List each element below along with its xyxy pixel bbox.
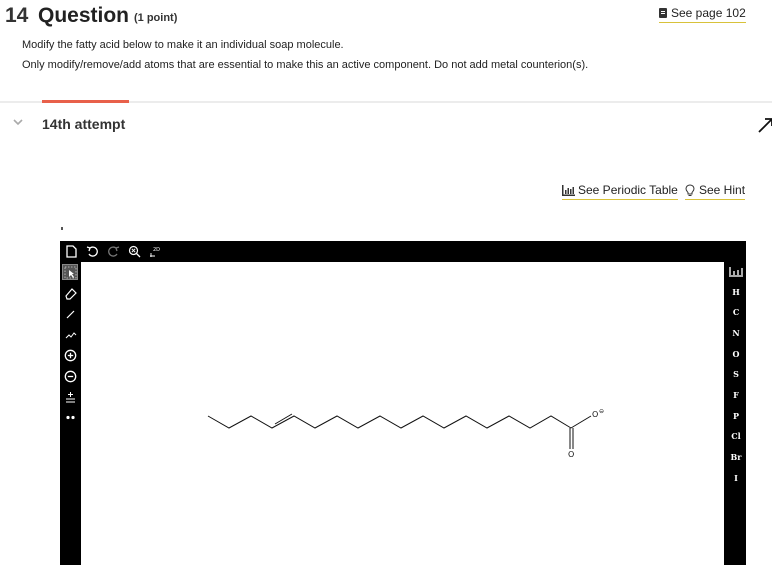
minus-circle-icon [64, 370, 76, 382]
undo-icon [86, 246, 98, 257]
negative-charge-label: ⊖ [599, 408, 604, 415]
clean-2d-button[interactable]: 2D [148, 244, 163, 259]
document-icon [66, 245, 77, 258]
book-icon [659, 8, 667, 18]
element-s-button[interactable]: S [726, 369, 746, 379]
drawing-canvas[interactable]: O ⊖ O [81, 262, 724, 565]
element-br-button[interactable]: Br [726, 452, 746, 462]
molecule-editor[interactable]: 2D O ⊖ O H C N O S F P Cl Br I [60, 241, 746, 565]
clean-2d-label: 2D [153, 247, 160, 253]
periodic-table-button[interactable] [729, 267, 743, 277]
radical-tool-button[interactable] [62, 409, 78, 425]
lone-pair-plus-icon [65, 391, 75, 402]
negative-charge-tool-button[interactable] [62, 368, 78, 384]
lone-pair-tool-button[interactable] [62, 389, 78, 405]
element-i-button[interactable]: I [726, 473, 746, 483]
periodic-table-icon [562, 184, 575, 196]
oxygen-label: O [592, 410, 598, 419]
periodic-table-label: See Periodic Table [578, 183, 678, 197]
hint-link[interactable]: See Hint [685, 183, 746, 200]
element-h-button[interactable]: H [726, 287, 746, 297]
redo-icon [108, 246, 120, 257]
see-page-link[interactable]: See page 102 [659, 6, 746, 23]
element-f-button[interactable]: F [726, 390, 746, 400]
undo-button[interactable] [85, 244, 100, 259]
chain-tool-button[interactable] [62, 326, 78, 342]
chevron-down-icon[interactable] [13, 117, 23, 127]
single-bond-tool-button[interactable] [62, 306, 78, 322]
attempt-label[interactable]: 14th attempt [42, 116, 125, 132]
editor-right-toolbar: H C N O S F P Cl Br I [726, 262, 746, 565]
editor-left-toolbar [60, 262, 80, 565]
plus-circle-icon [64, 349, 76, 361]
element-c-button[interactable]: C [726, 307, 746, 317]
fatty-acid-structure: O ⊖ O [207, 408, 604, 459]
attempt-tab-accent [42, 100, 129, 103]
question-title: Question [38, 4, 130, 27]
zoom-icon [128, 245, 141, 258]
positive-charge-tool-button[interactable] [62, 347, 78, 363]
select-arrow-icon [64, 266, 76, 278]
question-points: (1 point) [134, 12, 178, 24]
instruction-text-1: Modify the fatty acid below to make it a… [22, 39, 344, 51]
select-tool-button[interactable] [62, 264, 78, 280]
element-n-button[interactable]: N [726, 328, 746, 338]
hint-label: See Hint [699, 183, 746, 197]
eraser-tool-button[interactable] [62, 285, 78, 301]
element-o-button[interactable]: O [726, 349, 746, 359]
stray-mark [61, 227, 63, 230]
redo-button[interactable] [106, 244, 121, 259]
zoom-button[interactable] [127, 244, 142, 259]
see-page-label: See page 102 [671, 6, 746, 20]
eraser-icon [64, 287, 77, 300]
arrow-icon[interactable] [757, 116, 772, 134]
instruction-text-2: Only modify/remove/add atoms that are es… [22, 59, 589, 71]
editor-top-toolbar: 2D [60, 241, 746, 262]
radical-dots-icon [65, 415, 75, 419]
element-p-button[interactable]: P [726, 411, 746, 421]
element-cl-button[interactable]: Cl [726, 431, 746, 441]
single-bond-icon [66, 310, 74, 318]
new-document-button[interactable] [64, 244, 79, 259]
clean-2d-icon: 2D [150, 247, 160, 257]
chain-icon [65, 331, 76, 338]
question-number: 14 [5, 4, 29, 27]
periodic-table-link[interactable]: See Periodic Table [562, 183, 678, 200]
carbonyl-oxygen-label: O [568, 450, 574, 459]
lightbulb-icon [685, 183, 695, 196]
